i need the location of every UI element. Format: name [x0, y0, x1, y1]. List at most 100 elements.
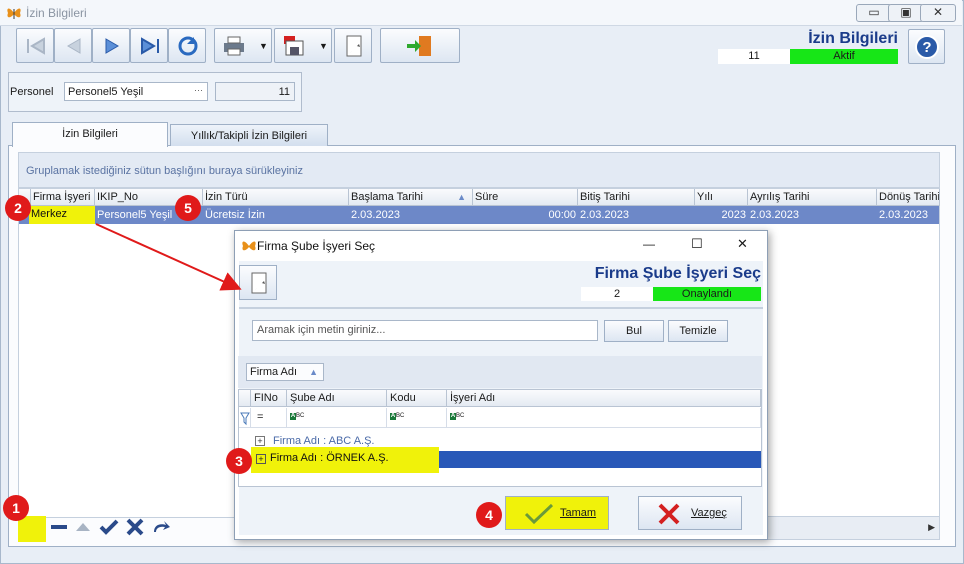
filter-kodu[interactable]: ABC	[387, 408, 447, 428]
exit-door-icon	[407, 36, 431, 56]
cell-yili[interactable]: 2023	[695, 207, 748, 224]
cell-bitis-tarihi[interactable]: 2.03.2023	[578, 207, 695, 224]
title-bar	[0, 0, 962, 26]
status-badge: Aktif	[790, 49, 898, 64]
check-icon[interactable]	[98, 516, 120, 538]
butterfly-logo-icon	[242, 241, 256, 251]
callout-2: 2	[5, 195, 31, 221]
cell-izin-turu[interactable]: Ücretsiz İzin	[203, 207, 349, 224]
red-x-icon	[658, 503, 680, 525]
col-donus-tarihi[interactable]: Dönüş Tarihi	[877, 189, 940, 206]
pdf-icon	[284, 36, 304, 56]
minimize-button[interactable]: ▭	[856, 4, 892, 22]
filter-equals-icon: =	[257, 411, 264, 423]
checkmark-icon	[524, 503, 554, 525]
filter-sube-adi[interactable]: ABC	[287, 408, 387, 428]
cell-sure[interactable]: 00:00	[473, 207, 578, 224]
tab-izin-bilgileri[interactable]: İzin Bilgileri	[12, 122, 168, 147]
search-input[interactable]: Aramak için metin giriniz...	[252, 320, 598, 341]
dialog-tools-button[interactable]	[239, 265, 277, 300]
personel-input[interactable]: Personel5 Yeşil ···	[64, 82, 208, 101]
restore-button[interactable]: ▣	[888, 4, 924, 22]
personel-id: 11	[215, 82, 295, 101]
filter-icon	[240, 412, 250, 426]
col-fino[interactable]: FINo	[251, 390, 287, 407]
cancel-button[interactable]: Vazgeç	[638, 496, 742, 530]
move-up-icon[interactable]	[72, 516, 94, 538]
personel-value: Personel5 Yeşil	[68, 86, 144, 98]
close-button[interactable]: ✕	[920, 4, 956, 22]
dialog-header-title: Firma Şube İşyeri Seç	[594, 265, 761, 282]
dropdown-arrow-icon: ▼	[319, 41, 328, 51]
col-baslama-tarihi-label: Başlama Tarihi	[351, 191, 423, 203]
expand-icon[interactable]: +	[256, 454, 266, 464]
cell-baslama-tarihi[interactable]: 2.03.2023	[349, 207, 473, 224]
dialog-minimize-button[interactable]: —	[643, 237, 655, 251]
expand-icon[interactable]: +	[255, 436, 265, 446]
help-button[interactable]: ?	[908, 29, 945, 64]
print-button[interactable]: ▼	[214, 28, 272, 63]
cancel-edit-icon[interactable]	[124, 516, 146, 538]
callout-4: 4	[476, 502, 502, 528]
printer-icon	[224, 36, 244, 56]
exit-button[interactable]	[380, 28, 460, 63]
text-filter-icon: ABC	[450, 413, 465, 420]
delete-record-icon[interactable]	[48, 516, 70, 538]
filter-fino[interactable]: =	[251, 408, 287, 428]
callout-5: 5	[175, 195, 201, 221]
dropdown-arrow-icon: ▼	[259, 41, 268, 51]
group-chip-firma-adi[interactable]: Firma Adı ▲	[246, 363, 324, 381]
col-izin-turu[interactable]: İzin Türü	[203, 189, 349, 206]
add-highlight	[18, 516, 46, 542]
wrench-icon	[251, 272, 267, 294]
dialog-row-indicator-header	[239, 390, 251, 407]
horizontal-scrollbar[interactable]: ▶	[762, 516, 940, 540]
dialog-close-button[interactable]: ✕	[737, 236, 748, 252]
col-ayrilis-tarihi[interactable]: Ayrılış Tarihi	[748, 189, 877, 206]
cell-firma-isyeri[interactable]: Merkez	[29, 206, 95, 224]
col-bitis-tarihi[interactable]: Bitiş Tarihi	[578, 189, 695, 206]
wrench-icon	[346, 35, 362, 57]
group-hint: Gruplamak istediğiniz sütun başlığını bu…	[26, 165, 303, 177]
cell-ayrilis-tarihi[interactable]: 2.03.2023	[748, 207, 877, 224]
cell-donus-tarihi[interactable]: 2.03.2023	[877, 207, 940, 224]
col-yili[interactable]: Yılı	[695, 189, 748, 206]
last-icon	[141, 37, 159, 55]
personel-label: Personel	[10, 86, 54, 98]
col-kodu[interactable]: Kodu	[387, 390, 447, 407]
tools-button[interactable]	[334, 28, 372, 63]
previous-record-button[interactable]	[54, 28, 92, 63]
cancel-label: Vazgeç	[691, 507, 727, 519]
sort-asc-icon: ▲	[457, 192, 466, 202]
redo-icon[interactable]	[150, 516, 172, 538]
first-record-button[interactable]	[16, 28, 54, 63]
tab-yillik-izin[interactable]: Yıllık/Takipli İzin Bilgileri	[170, 124, 328, 146]
filter-row-icon-cell	[239, 408, 251, 428]
last-record-button[interactable]	[130, 28, 168, 63]
col-isyeri-adi[interactable]: İşyeri Adı	[447, 390, 761, 407]
window-title: İzin Bilgileri	[26, 6, 87, 20]
refresh-icon	[178, 36, 198, 56]
clear-button[interactable]: Temizle	[668, 320, 728, 342]
dialog-divider	[239, 307, 763, 309]
callout-1: 1	[3, 495, 29, 521]
callout-3: 3	[226, 448, 252, 474]
help-icon: ?	[915, 35, 939, 59]
ok-label: Tamam	[560, 507, 597, 519]
ellipsis-button[interactable]: ···	[194, 85, 203, 95]
col-firma-isyeri[interactable]: Firma İşyeri	[31, 189, 95, 206]
dialog-maximize-button[interactable]: ☐	[691, 236, 703, 252]
col-baslama-tarihi[interactable]: Başlama Tarihi ▲	[349, 189, 473, 206]
search-button[interactable]: Bul	[604, 320, 664, 342]
scroll-right-icon[interactable]: ▶	[928, 522, 935, 533]
pdf-export-button[interactable]: ▼	[274, 28, 332, 63]
col-sure[interactable]: Süre	[473, 189, 578, 206]
col-sube-adi[interactable]: Şube Adı	[287, 390, 387, 407]
next-icon	[105, 38, 119, 54]
filter-isyeri-adi[interactable]: ABC	[447, 408, 761, 428]
refresh-button[interactable]	[168, 28, 206, 63]
next-record-button[interactable]	[92, 28, 130, 63]
group-row-ornek[interactable]: Firma Adı : ÖRNEK A.Ş.	[270, 452, 389, 464]
group-chip-label: Firma Adı	[250, 366, 298, 378]
ok-button[interactable]: Tamam	[505, 496, 609, 530]
